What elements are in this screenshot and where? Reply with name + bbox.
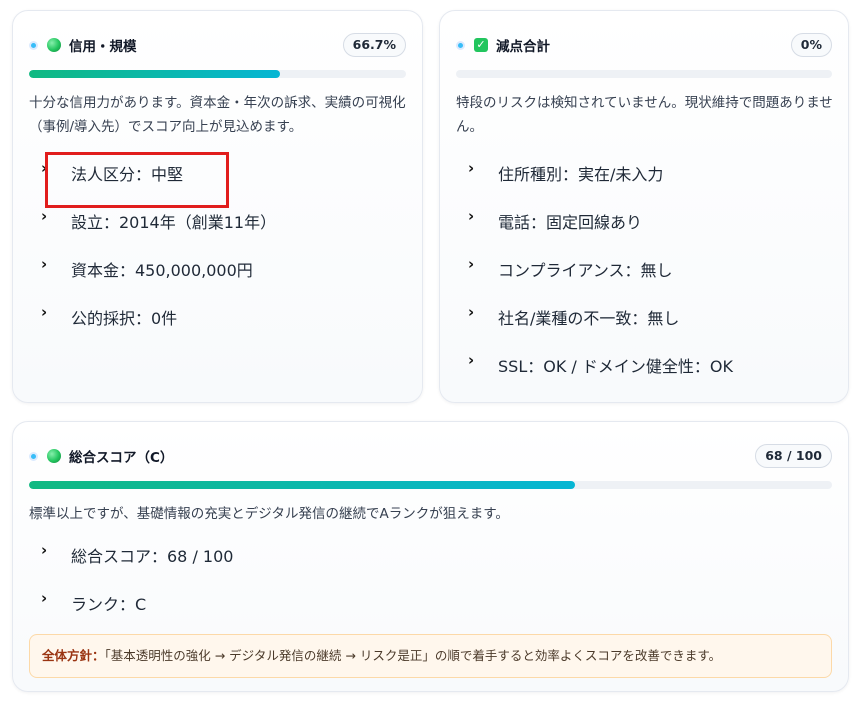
deduction-card: ✓ 減点合計 0% 特段のリスクは検知されていません。現状維持で問題ありません。… [439,10,849,403]
progress-bar [456,70,832,78]
green-circle-icon [47,38,61,52]
card-title: 減点合計 [496,39,550,55]
chevron-right-icon: › [41,541,48,559]
check-box-icon: ✓ [474,38,488,52]
chevron-right-icon: › [41,589,48,607]
detail-list: › 総合スコア：68 / 100 › ランク：C [41,541,234,639]
list-item: › 社名/業種の不一致：無し [468,303,680,328]
progress-fill [29,481,576,489]
progress-bar [29,481,832,489]
score-badge: 66.7% [342,33,406,57]
progress-fill [29,70,281,78]
green-circle-icon [47,449,61,463]
status-dot-icon [29,40,38,50]
card-header: ✓ 減点合計 0% [456,33,832,57]
total-score-card: 総合スコア（C） 68 / 100 標準以上ですが、基礎情報の充実とデジタル発信… [12,421,849,692]
chevron-right-icon: › [41,207,48,225]
chevron-right-icon: › [41,159,48,177]
detail-list: › 住所種別：実在/未入力 › 電話：固定回線あり › コンプライアンス：無し › 社名… [468,159,733,401]
card-header: 信用・規模 66.7% [29,33,406,57]
card-description: 標準以上ですが、基礎情報の充実とデジタル発信の継続でAランクが狙えます。 [29,506,509,522]
list-item: › 設立：2014年（創業11年） [41,207,277,232]
card-description: 特段のリスクは検知されていません。現状維持で問題ありません。 [456,95,833,135]
chevron-right-icon: › [468,255,475,273]
list-item: › 住所種別：実在/未入力 [468,159,664,184]
list-item: › ランク：C [41,589,147,614]
chevron-right-icon: › [41,303,48,321]
list-item: › 総合スコア：68 / 100 [41,541,234,566]
chevron-right-icon: › [468,159,475,177]
chevron-right-icon: › [468,207,475,225]
policy-label: 全体方針： [42,648,105,663]
chevron-right-icon: › [41,255,48,273]
list-item: › 電話：固定回線あり [468,207,643,232]
policy-note: 全体方針：「基本透明性の強化 → デジタル発信の継続 → リスク是正」の順で着手… [29,634,832,678]
list-item: › コンプライアンス：無し [468,255,673,280]
status-dot-icon [29,451,38,461]
list-item: › 法人区分：中堅 [41,159,184,184]
chevron-right-icon: › [468,303,475,321]
list-item: › SSL：OK / ドメイン健全性：OK [468,351,733,376]
status-dot-icon [456,40,465,50]
progress-bar [29,70,406,78]
score-badge: 68 / 100 [755,444,832,468]
card-description: 十分な信用力があります。資本金・年次の訴求、実績の可視化（事例/導入先）でスコア… [29,95,406,135]
score-badge: 0% [790,33,832,57]
detail-list: › 法人区分：中堅 › 設立：2014年（創業11年） › 資本金：450,000,0… [41,159,277,353]
list-item: › 資本金：450,000,000円 [41,255,253,280]
card-title: 信用・規模 [69,39,137,55]
credit-scale-card: 信用・規模 66.7% 十分な信用力があります。資本金・年次の訴求、実績の可視化… [12,10,423,403]
list-item: › 公的採択：0件 [41,303,178,328]
policy-text: 「基本透明性の強化 → デジタル発信の継続 → リスク是正」の順で着手すると効率… [104,648,722,663]
chevron-right-icon: › [468,351,475,369]
card-title: 総合スコア（C） [69,450,174,466]
card-header: 総合スコア（C） 68 / 100 [29,444,832,468]
